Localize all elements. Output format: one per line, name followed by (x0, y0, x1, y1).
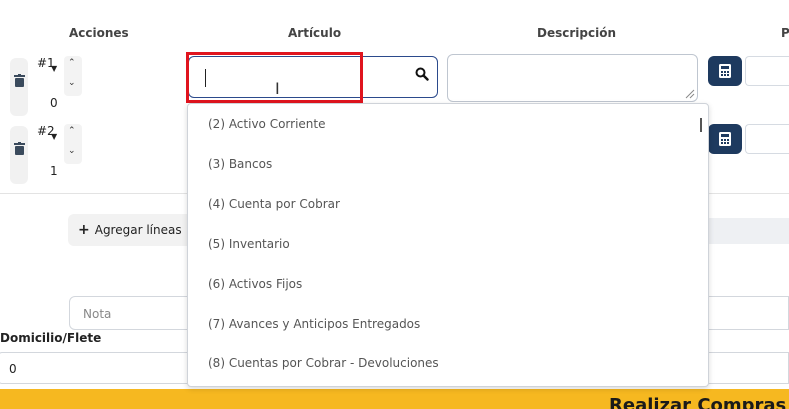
calculator-button[interactable] (708, 124, 742, 154)
submit-purchase-button[interactable]: Realizar Compras (0, 389, 789, 409)
move-up-icon[interactable]: ⌃ (68, 58, 76, 68)
column-header-descripcion: Descripción (537, 26, 616, 40)
dropdown-item[interactable]: (8) Cuentas por Cobrar - Devoluciones (208, 356, 439, 370)
totals-strip (708, 218, 789, 244)
line-number-dropdown-icon[interactable]: ▼ (51, 64, 57, 73)
dropdown-scrollbar[interactable] (700, 118, 702, 132)
column-header-acciones: Acciones (69, 26, 129, 40)
domicilio-side-field[interactable] (708, 352, 789, 384)
domicilio-label: Domicilio/Flete (0, 331, 102, 345)
calculator-icon (719, 132, 731, 146)
delete-line-button[interactable] (10, 126, 28, 184)
note-input[interactable]: Nota (69, 296, 199, 330)
calculator-icon (719, 64, 731, 78)
add-lines-label: Agregar líneas (94, 223, 182, 237)
article-dropdown[interactable]: (2) Activo Corriente (3) Bancos (4) Cuen… (187, 103, 709, 387)
plus-icon: + (78, 222, 90, 238)
price-input[interactable] (745, 56, 789, 86)
trash-icon (13, 142, 25, 155)
price-input[interactable] (745, 124, 789, 154)
dropdown-item[interactable]: (7) Avances y Anticipos Entregados (208, 317, 420, 331)
calculator-button[interactable] (708, 56, 742, 86)
order-stepper[interactable]: ⌃ ⌄ (64, 56, 82, 96)
dropdown-item[interactable]: (2) Activo Corriente (208, 117, 326, 131)
highlight-box (186, 52, 363, 103)
move-up-icon[interactable]: ⌃ (68, 126, 76, 136)
dropdown-item[interactable]: (3) Bancos (208, 157, 272, 171)
line-number-dropdown-icon[interactable]: ▼ (51, 132, 57, 141)
column-header-articulo: Artículo (288, 26, 342, 40)
column-header-p: P (781, 26, 789, 40)
move-down-icon[interactable]: ⌄ (68, 78, 76, 88)
submit-purchase-label: Realizar Compras (609, 395, 787, 409)
move-down-icon[interactable]: ⌄ (68, 146, 76, 156)
resize-grip-icon[interactable] (683, 87, 695, 99)
domicilio-input[interactable]: 0 (0, 352, 198, 384)
delete-line-button[interactable] (10, 58, 28, 116)
search-icon[interactable] (415, 67, 429, 81)
trash-icon (13, 74, 25, 87)
dropdown-item[interactable]: (5) Inventario (208, 237, 290, 251)
order-stepper[interactable]: ⌃ ⌄ (64, 124, 82, 164)
note-side-field[interactable] (708, 296, 789, 330)
add-lines-button[interactable]: + Agregar líneas (68, 214, 198, 246)
dropdown-item[interactable]: (6) Activos Fijos (208, 277, 302, 291)
order-value: 1 (50, 164, 58, 178)
description-textarea[interactable] (447, 54, 698, 102)
order-value: 0 (50, 96, 58, 110)
dropdown-item[interactable]: (4) Cuenta por Cobrar (208, 197, 340, 211)
